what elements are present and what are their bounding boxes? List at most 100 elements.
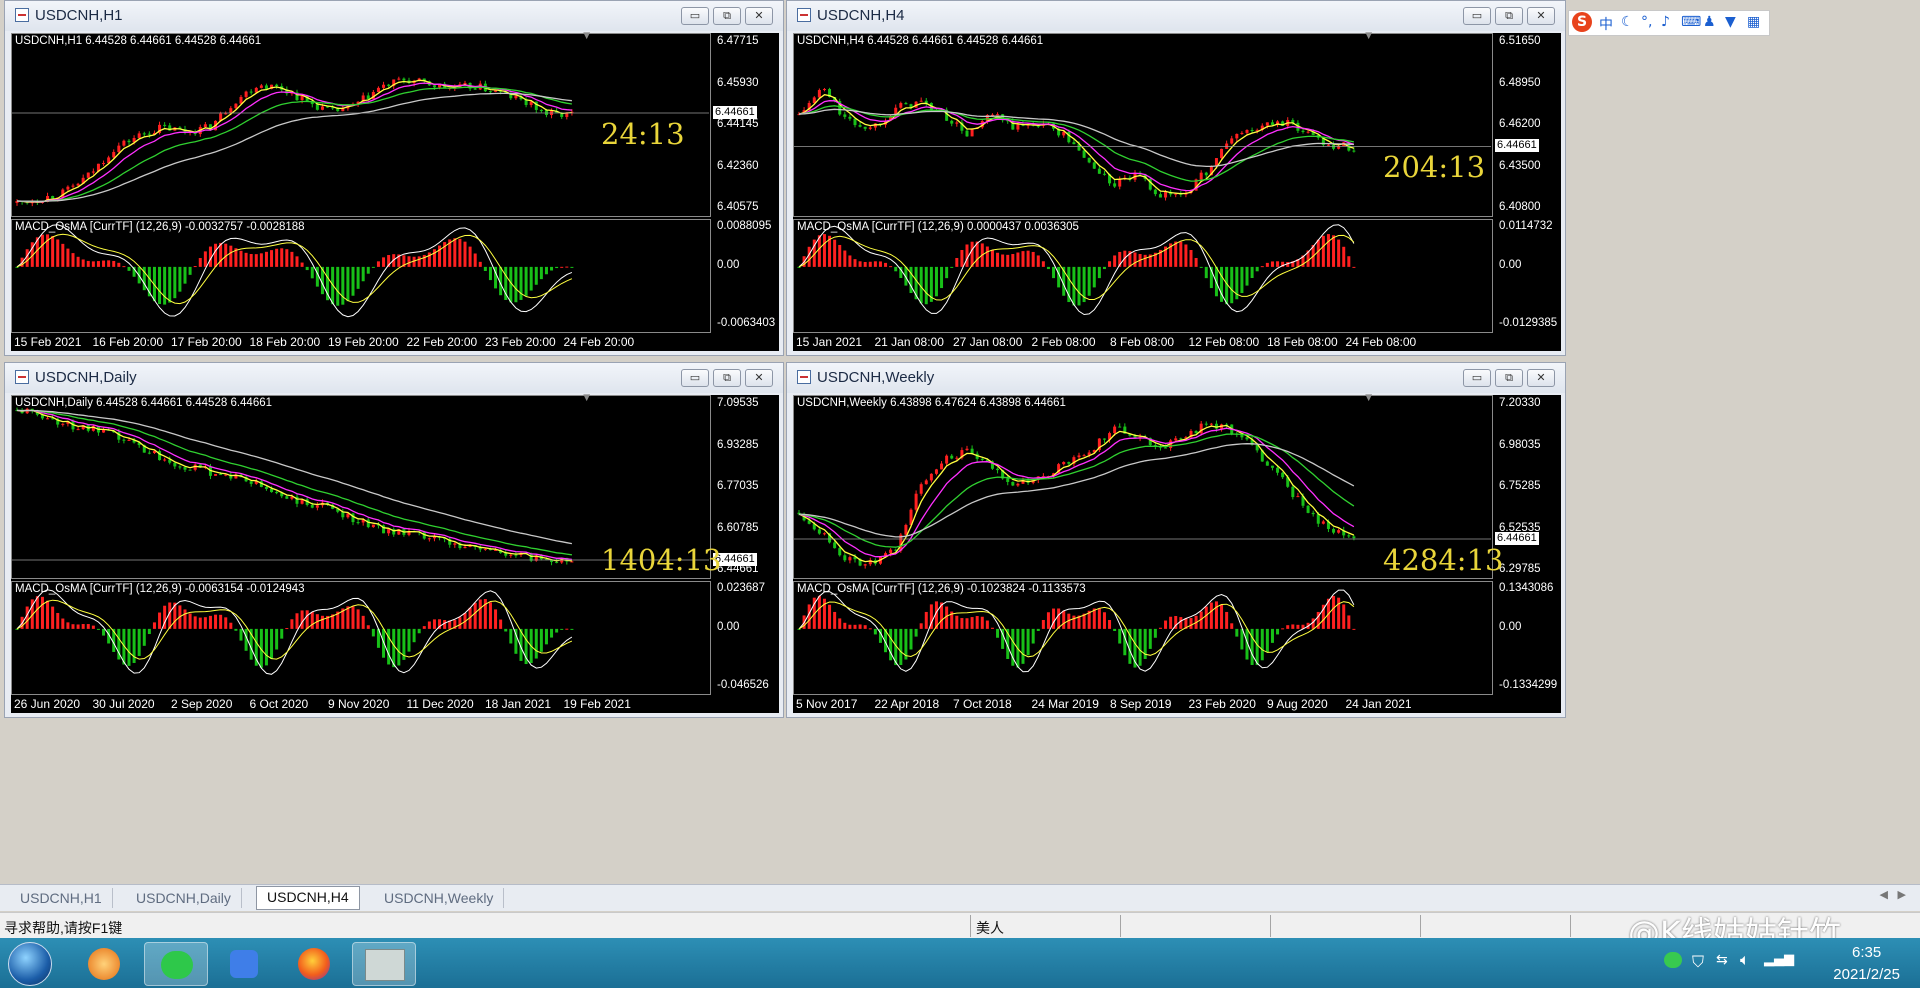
tab-scroll-left-icon[interactable]: ◀ [1880,888,1888,901]
price-pane [793,33,1493,217]
moon-icon[interactable]: ☾ [1621,14,1634,30]
chart-canvas[interactable]: USDCNH,H1 6.44528 6.44661 6.44528 6.4466… [11,30,779,351]
macd-scale-label: 0.00 [717,258,740,271]
restore-button[interactable]: ⧉ [713,369,741,387]
network-tray-icon[interactable]: ⇆ [1716,952,1728,968]
time-axis-label: 24 Feb 20:00 [563,335,635,349]
time-axis-label: 11 Dec 2020 [406,697,474,711]
restore-button[interactable]: ⧉ [1495,369,1523,387]
minimize-button[interactable]: ▭ [1463,7,1491,25]
shield-tray-icon[interactable]: ⛉ [1692,952,1704,972]
price-scale-label: 6.98035 [1499,438,1541,451]
chart-window-h4[interactable]: USDCNH,H4 ▭ ⧉ ✕ USDCNH,H4 6.44528 6.4466… [786,0,1566,356]
window-titlebar[interactable]: USDCNH,Weekly ▭ ⧉ ✕ [787,363,1565,393]
time-axis-label: 22 Apr 2018 [874,697,940,711]
window-titlebar[interactable]: USDCNH,H4 ▭ ⧉ ✕ [787,1,1565,31]
time-axis-label: 24 Jan 2021 [1345,697,1412,711]
chart-window-h1[interactable]: USDCNH,H1 ▭ ⧉ ✕ USDCNH,H1 6.44528 6.4466… [4,0,784,356]
wechat-tray-icon[interactable] [1664,952,1682,968]
ime-mode-indicator[interactable]: 中 [1599,14,1613,34]
status-divider [1270,915,1271,937]
sogou-logo-icon[interactable]: S [1572,12,1592,32]
taskbar-firefox[interactable] [282,942,346,986]
price-scale-label: 7.20330 [1499,397,1541,409]
window-titlebar[interactable]: USDCNH,H1 ▭ ⧉ ✕ [5,1,783,31]
chart-shift-marker-icon: ▼ [1363,30,1375,42]
price-scale-label: 6.48950 [1499,76,1541,89]
microphone-icon[interactable]: ♪ [1661,14,1670,30]
chart-tab-bar: USDCNH,H1 USDCNH,Daily USDCNH,H4 USDCNH,… [0,884,1920,911]
price-scale-label: 6.40575 [717,201,759,213]
skin-icon[interactable]: ▼ [1725,14,1736,30]
time-axis-label: 24 Mar 2019 [1031,697,1099,711]
macd-scale-label: -0.0129385 [1499,317,1558,329]
time-axis-label: 19 Feb 20:00 [328,335,399,349]
macd-header: MACD_OsMA [CurrTF] (12,26,9) -0.1023824 … [797,583,1086,595]
close-button[interactable]: ✕ [1527,7,1555,25]
tab-usdcnh-daily[interactable]: USDCNH,Daily [126,888,242,908]
status-divider [1570,915,1571,937]
taskbar-wechat[interactable] [144,942,208,986]
time-axis-label: 17 Feb 20:00 [171,335,242,349]
time-axis-label: 23 Feb 20:00 [485,335,556,349]
minimize-button[interactable]: ▭ [681,369,709,387]
taskbar-media-player[interactable] [72,942,136,986]
window-titlebar[interactable]: USDCNH,Daily ▭ ⧉ ✕ [5,363,783,393]
tab-scroll-right-icon[interactable]: ▶ [1898,888,1906,901]
price-scale-label: 6.93285 [717,438,759,451]
price-scale-label: 6.77035 [717,480,759,492]
close-button[interactable]: ✕ [1527,369,1555,387]
chart-canvas[interactable]: USDCNH,Daily 6.44528 6.44661 6.44528 6.4… [11,392,779,713]
time-axis-label: 15 Jan 2021 [796,335,863,349]
macd-scale-label: -0.1334299 [1499,679,1558,691]
ime-toolbar[interactable]: S 中 ☾ °, ♪ ⌨ ♟ ▼ ▦ [1568,10,1770,36]
time-axis-label: 21 Jan 08:00 [874,335,944,349]
current-price-box: 6.44661 [713,105,757,119]
chart-header: USDCNH,H4 6.44528 6.44661 6.44528 6.4466… [797,35,1044,47]
chart-window-icon [15,8,29,22]
close-button[interactable]: ✕ [745,7,773,25]
macd-pane [793,219,1493,333]
chart-canvas[interactable]: USDCNH,Weekly 6.43898 6.47624 6.43898 6.… [793,392,1561,713]
price-scale-label: 6.29785 [1499,563,1541,575]
time-axis-label: 5 Nov 2017 [796,697,858,711]
taskbar-trading-terminal[interactable] [352,942,416,986]
time-axis-label: 16 Feb 20:00 [92,335,164,349]
price-scale-label: 6.42360 [717,159,759,172]
macd-scale-label: 0.0088095 [717,220,772,232]
user-icon[interactable]: ♟ [1703,14,1716,30]
window-title: USDCNH,H4 [817,7,905,24]
taskbar: ⛉ ⇆ 🔈︎ ▂▄▆ 6:35 2021/2/25 [0,938,1920,988]
clock-time: 6:35 [1852,944,1882,961]
chart-window-daily[interactable]: USDCNH,Daily ▭ ⧉ ✕ USDCNH,Daily 6.44528 … [4,362,784,718]
time-axis-label: 8 Sep 2019 [1110,697,1172,711]
macd-header: MACD_OsMA [CurrTF] (12,26,9) 0.0000437 0… [797,221,1079,233]
minimize-button[interactable]: ▭ [681,7,709,25]
tab-usdcnh-h1[interactable]: USDCNH,H1 [10,888,113,908]
punctuation-icon[interactable]: °, [1641,14,1652,30]
candle-countdown-timer: 4284:13 [1383,543,1504,577]
tab-usdcnh-weekly[interactable]: USDCNH,Weekly [374,888,505,908]
grid-menu-icon[interactable]: ▦ [1747,14,1760,30]
restore-button[interactable]: ⧉ [713,7,741,25]
keyboard-icon[interactable]: ⌨ [1681,14,1701,30]
restore-button[interactable]: ⧉ [1495,7,1523,25]
time-axis-label: 12 Feb 08:00 [1188,335,1260,349]
macd-header: MACD_OsMA [CurrTF] (12,26,9) -0.0063154 … [15,583,305,595]
time-axis-label: 26 Jun 2020 [14,697,81,711]
tab-usdcnh-h4[interactable]: USDCNH,H4 [256,886,360,910]
taskbar-editor[interactable] [212,942,276,986]
window-title: USDCNH,Weekly [817,369,935,386]
candle-countdown-timer: 204:13 [1383,150,1486,185]
chart-window-weekly[interactable]: USDCNH,Weekly ▭ ⧉ ✕ USDCNH,Weekly 6.4389… [786,362,1566,718]
system-clock[interactable]: 6:35 2021/2/25 [1833,942,1900,986]
macd-scale-label: 0.00 [1499,258,1522,271]
time-axis-label: 30 Jul 2020 [92,697,155,711]
volume-tray-icon[interactable]: 🔈︎ [1740,950,1750,970]
signal-tray-icon[interactable]: ▂▄▆ [1764,952,1794,967]
close-button[interactable]: ✕ [745,369,773,387]
price-scale-label: 6.46200 [1499,118,1541,130]
start-orb-icon[interactable] [8,942,52,986]
minimize-button[interactable]: ▭ [1463,369,1491,387]
chart-canvas[interactable]: USDCNH,H4 6.44528 6.44661 6.44528 6.4466… [793,30,1561,351]
